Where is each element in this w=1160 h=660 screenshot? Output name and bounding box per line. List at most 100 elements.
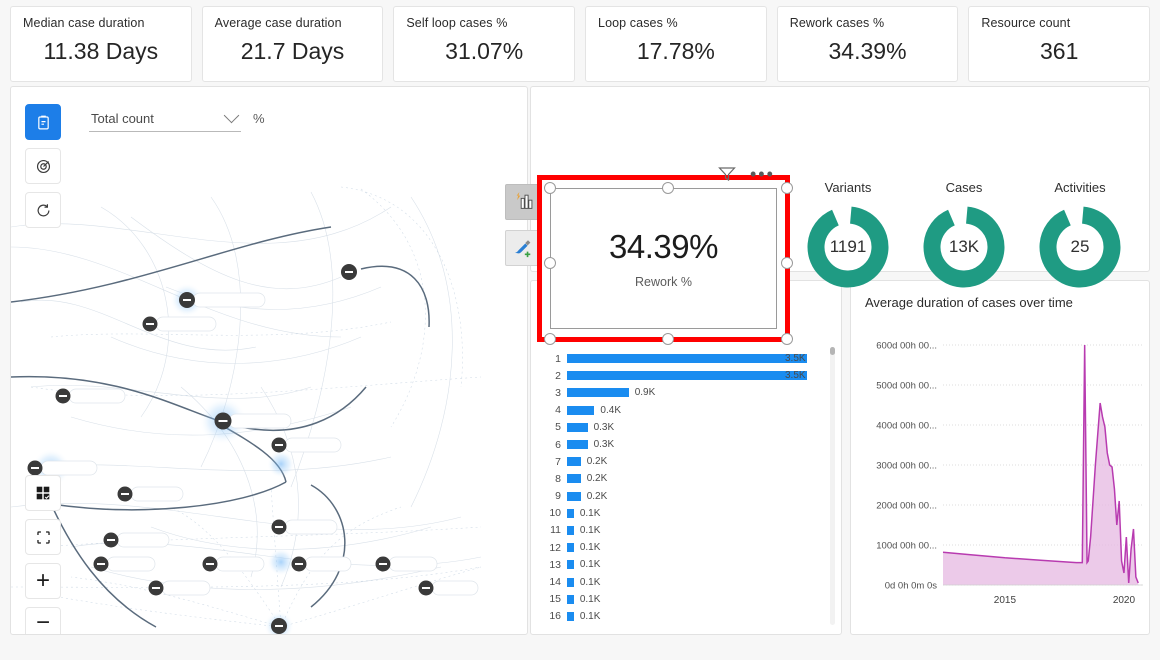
format-paintbrush-icon[interactable] <box>505 230 541 266</box>
resize-handle-top-left[interactable] <box>544 182 556 194</box>
variant-rank: 16 <box>549 610 561 623</box>
more-options-icon[interactable]: ••• <box>750 165 775 183</box>
variants-scrollbar-thumb[interactable] <box>830 347 835 355</box>
variant-bar-label: 0.2K <box>586 473 608 485</box>
refresh-icon[interactable] <box>25 192 61 228</box>
x-axis-tick-label: 2015 <box>994 595 1017 606</box>
variant-bar[interactable] <box>567 577 574 587</box>
variant-bar-row[interactable]: 10 0.1K <box>539 505 841 522</box>
kpi-card-loop-cases[interactable]: Loop cases % 17.78% <box>585 6 767 82</box>
variant-bar-row[interactable]: 2 3.5K <box>539 367 841 384</box>
metric-select[interactable]: Total count <box>89 107 241 132</box>
variant-bar[interactable] <box>567 525 574 535</box>
donut-group: Variants 1191 Cases 13K Activities 25 <box>790 180 1140 320</box>
variant-bar[interactable] <box>567 405 595 415</box>
variant-bar[interactable] <box>567 508 574 518</box>
map-toolbar-bottom: + − <box>25 475 61 635</box>
variant-bar-label: 0.2K <box>586 490 608 502</box>
resize-handle-top-center[interactable] <box>662 182 674 194</box>
variant-bar[interactable] <box>567 491 581 501</box>
resize-handle-top-right[interactable] <box>781 182 793 194</box>
variant-bar[interactable] <box>567 543 574 553</box>
variant-bar-label: 3.5K <box>785 353 806 365</box>
variant-bar[interactable] <box>567 457 581 467</box>
main-content: Total count % + − ••• 34.39% Rework % Va… <box>0 82 1160 660</box>
zoom-out-icon[interactable]: − <box>25 607 61 635</box>
y-axis-tick-label: 600d 00h 00... <box>876 341 937 352</box>
variant-rank: 4 <box>555 404 561 417</box>
variant-rank: 14 <box>549 576 561 589</box>
variant-rank: 13 <box>549 558 561 571</box>
variant-bar-label: 0.9K <box>634 387 656 399</box>
variant-bar-row[interactable]: 1 3.5K <box>539 350 841 367</box>
variant-bar[interactable] <box>567 354 807 364</box>
variant-bar[interactable] <box>567 474 581 484</box>
y-axis-tick-label: 400d 00h 00... <box>876 421 937 432</box>
kpi-card-resource-count[interactable]: Resource count 361 <box>968 6 1151 82</box>
visual-tool-icons <box>505 184 541 266</box>
kpi-card-self-loop-cases[interactable]: Self loop cases % 31.07% <box>393 6 576 82</box>
clipboard-icon[interactable] <box>25 104 61 140</box>
variant-bar-label: 0.1K <box>579 576 601 588</box>
visualizations-icon[interactable] <box>505 184 541 220</box>
fit-screen-icon[interactable] <box>25 519 61 555</box>
variant-bar[interactable] <box>567 440 588 450</box>
rework-card-selection[interactable]: 34.39% Rework % <box>537 175 793 345</box>
resize-handle-middle-left[interactable] <box>544 257 556 269</box>
variant-bar[interactable] <box>567 388 629 398</box>
process-map-graph[interactable] <box>11 87 528 635</box>
variant-bar[interactable] <box>567 560 574 570</box>
grid-layout-icon[interactable] <box>25 475 61 511</box>
kpi-card-rework-cases[interactable]: Rework cases % 34.39% <box>776 6 959 82</box>
variant-bar-label: 0.1K <box>579 610 601 622</box>
resize-handle-bottom-center[interactable] <box>662 333 674 345</box>
variant-bar-row[interactable]: 7 0.2K <box>539 453 841 470</box>
variant-bar-row[interactable]: 3 0.9K <box>539 384 841 401</box>
target-icon[interactable] <box>25 148 61 184</box>
resize-handle-bottom-right[interactable] <box>781 333 793 345</box>
process-map-panel[interactable]: Total count % + − <box>10 86 528 635</box>
resize-handle-bottom-left[interactable] <box>544 333 556 345</box>
variant-bar-row[interactable]: 15 0.1K <box>539 591 841 608</box>
rework-card[interactable]: 34.39% Rework % <box>550 188 777 329</box>
variant-rank: 8 <box>555 472 561 485</box>
resize-handle-middle-right[interactable] <box>781 257 793 269</box>
variant-bar-row[interactable]: 5 0.3K <box>539 419 841 436</box>
kpi-title: Loop cases % <box>598 16 678 30</box>
y-axis-tick-label: 200d 00h 00... <box>876 501 937 512</box>
variant-bar-row[interactable]: 13 0.1K <box>539 556 841 573</box>
variant-bar[interactable] <box>567 371 807 381</box>
variant-bar-row[interactable]: 6 0.3K <box>539 436 841 453</box>
variant-bar-row[interactable]: 8 0.2K <box>539 470 841 487</box>
zoom-in-icon[interactable]: + <box>25 563 61 599</box>
kpi-card-median-case-duration[interactable]: Median case duration 11.38 Days <box>10 6 192 82</box>
kpi-title: Median case duration <box>23 16 145 30</box>
filter-funnel-icon[interactable] <box>718 166 736 182</box>
variant-bar[interactable] <box>567 422 588 432</box>
metric-select-value: Total count <box>91 111 154 126</box>
y-axis-tick-label: 100d 00h 00... <box>876 541 937 552</box>
variant-bar[interactable] <box>567 594 574 604</box>
variant-bar-label: 0.4K <box>600 404 621 416</box>
donut-variants[interactable]: Variants 1191 <box>790 180 906 320</box>
variant-bar[interactable] <box>567 611 574 621</box>
kpi-value: 21.7 Days <box>240 38 345 64</box>
variant-bar-row[interactable]: 16 0.1K <box>539 608 841 625</box>
variants-bar-list[interactable]: 1 3.5K 2 3.5K 3 0.9K 4 0.4K 5 0.3K 6 0.3K 7 0.2K 8 0.2K… <box>531 338 841 625</box>
variant-bar-row[interactable]: 14 0.1K <box>539 573 841 590</box>
variant-rank: 7 <box>555 455 561 468</box>
variant-bar-row[interactable]: 4 0.4K <box>539 402 841 419</box>
variants-scrollbar[interactable] <box>830 347 835 625</box>
donut-value: 1191 <box>829 237 867 256</box>
kpi-title: Self loop cases % <box>406 16 508 30</box>
zoom-out-glyph: − <box>35 609 50 635</box>
kpi-value: 34.39% <box>828 38 907 64</box>
variant-bar-row[interactable]: 12 0.1K <box>539 539 841 556</box>
donut-cases[interactable]: Cases 13K <box>906 180 1022 320</box>
duration-area-chart[interactable]: 0d 0h 0m 0s 100d 00h 00... 200d 00h 00... 3… <box>851 315 1150 633</box>
donut-activities[interactable]: Activities 25 <box>1022 180 1138 320</box>
kpi-card-average-case-duration[interactable]: Average case duration 21.7 Days <box>201 6 384 82</box>
variant-rank: 12 <box>549 541 561 554</box>
variant-bar-row[interactable]: 9 0.2K <box>539 488 841 505</box>
variant-bar-row[interactable]: 11 0.1K <box>539 522 841 539</box>
